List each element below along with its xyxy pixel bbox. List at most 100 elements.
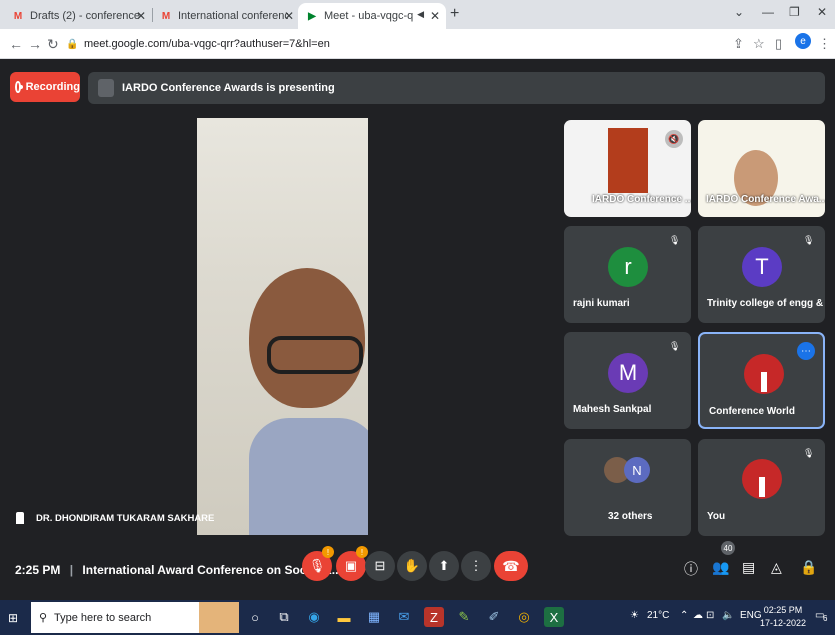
- tray-chevron-icon[interactable]: ⌃: [680, 610, 688, 621]
- recording-indicator[interactable]: Recording: [10, 72, 80, 102]
- mic-off-icon: 🎙: [669, 235, 681, 245]
- reload-button[interactable]: ↻: [47, 36, 59, 53]
- sidepanel-icon[interactable]: ▯: [775, 36, 782, 52]
- audio-icon[interactable]: ◀: [417, 9, 424, 20]
- tile-mahesh-sankpal[interactable]: M 🎙 Mahesh Sankpal: [564, 332, 691, 429]
- phone-hangup-icon: ☎: [502, 557, 520, 574]
- tab-drafts[interactable]: M Drafts (2) - conferencepaper626! ✕: [4, 3, 152, 29]
- tile-rajni-kumari[interactable]: r 🎙 rajni kumari: [564, 226, 691, 323]
- captions-button[interactable]: ⊟: [365, 551, 395, 581]
- tile-name: Trinity college of engg & ...: [707, 298, 825, 309]
- tile-conference-world[interactable]: ⋯ Conference World: [698, 332, 825, 429]
- tile-name: Conference World: [709, 406, 795, 417]
- tile-name: IARDO Conference ...: [592, 194, 691, 205]
- store-icon[interactable]: ▦: [364, 607, 384, 627]
- onedrive-icon[interactable]: ☁: [693, 610, 703, 621]
- tab-label: Drafts (2) - conferencepaper626!: [30, 10, 140, 22]
- speaker-glasses: [267, 336, 363, 374]
- meet-icon: ▶: [308, 10, 316, 22]
- search-placeholder: Type here to search: [54, 611, 152, 624]
- search-icon: ⚲: [39, 612, 48, 624]
- tile-name: IARDO Conference Awa...: [706, 194, 825, 205]
- presenting-text: IARDO Conference Awards is presenting: [122, 82, 335, 94]
- lock-icon: 🔒: [66, 39, 79, 50]
- chrome-icon[interactable]: ◎: [514, 607, 534, 627]
- camera-toggle-button[interactable]: ▣ !: [336, 546, 368, 581]
- file-explorer-icon[interactable]: ▬: [334, 607, 354, 627]
- task-view-icon[interactable]: ⧉: [274, 607, 294, 627]
- divider: |: [69, 563, 74, 577]
- maximize-button[interactable]: ❐: [789, 5, 800, 19]
- tile-you[interactable]: 🎙 You: [698, 439, 825, 536]
- url-field[interactable]: 🔒 meet.google.com/uba-vqgc-qrr?authuser=…: [66, 33, 726, 55]
- speaker-name-label: DR. DHONDIRAM TUKARAM SAKHARE: [36, 512, 215, 524]
- camera-off-icon: ▣: [344, 558, 358, 573]
- avatar[interactable]: e: [795, 33, 811, 49]
- tile-trinity-college[interactable]: T 🎙 Trinity college of engg & ...: [698, 226, 825, 323]
- notepad-icon[interactable]: ✐: [484, 607, 504, 627]
- windows-start-icon[interactable]: ⊞: [8, 611, 20, 625]
- speaker-body: [249, 418, 368, 535]
- tab-international-mail[interactable]: M International conference Mail ✕: [152, 3, 300, 29]
- address-bar: ← → ↻ 🔒 meet.google.com/uba-vqgc-qrr?aut…: [0, 29, 835, 59]
- clock-date: 17-12-2022: [760, 618, 807, 628]
- host-controls-icon[interactable]: 🔒: [800, 559, 817, 576]
- search-highlight-image: [199, 602, 239, 633]
- cortana-icon[interactable]: ○: [245, 607, 265, 627]
- star-icon[interactable]: ☆: [753, 36, 765, 52]
- menu-icon[interactable]: ⋮: [818, 36, 831, 52]
- people-icon[interactable]: 👥: [712, 559, 729, 576]
- tab-meet[interactable]: ▶ Meet - uba-vqgc-qrr ◀ ✕: [298, 3, 446, 29]
- mail-icon[interactable]: ✉: [394, 607, 414, 627]
- network-icon[interactable]: ⊡: [706, 610, 714, 621]
- close-icon[interactable]: ✕: [136, 9, 146, 23]
- new-tab-button[interactable]: +: [450, 5, 459, 23]
- mic-toggle-button[interactable]: 🎙 !: [302, 546, 334, 581]
- present-button[interactable]: ⬆: [429, 551, 459, 581]
- pin-icon[interactable]: [16, 512, 24, 524]
- weather-icon[interactable]: ☀: [630, 610, 639, 621]
- browser-tab-bar: M Drafts (2) - conferencepaper626! ✕ M I…: [0, 0, 835, 29]
- mic-off-icon: 🎙: [803, 448, 815, 458]
- forward-button[interactable]: →: [28, 36, 42, 52]
- tile-iardo-camera[interactable]: IARDO Conference Awa...: [698, 120, 825, 217]
- leave-call-button[interactable]: ☎: [494, 551, 528, 581]
- presenter-icon: [98, 79, 114, 97]
- windows-taskbar: ⊞ ⚲ Type here to search ○ ⧉ ◉ ▬ ▦ ✉ Z ✎ …: [0, 600, 835, 635]
- avatar: r: [608, 247, 648, 287]
- window-close-button[interactable]: ✕: [817, 5, 827, 19]
- edge-icon[interactable]: ◉: [304, 607, 324, 627]
- record-icon: [15, 81, 23, 93]
- more-vert-icon: ⋮: [469, 558, 483, 573]
- chat-icon[interactable]: ▤: [742, 559, 755, 576]
- tree-logo-icon: [744, 354, 784, 394]
- tile-others[interactable]: N 32 others: [564, 439, 691, 536]
- language-indicator[interactable]: ENG: [740, 610, 762, 621]
- more-options-button[interactable]: ⋮: [461, 551, 491, 581]
- activities-icon[interactable]: ◬: [771, 559, 782, 576]
- notification-count: 6: [823, 614, 828, 623]
- close-icon[interactable]: ✕: [430, 9, 440, 23]
- mic-off-icon: 🎙: [308, 558, 326, 573]
- meet-stage: Recording IARDO Conference Awards is pre…: [0, 59, 835, 600]
- present-icon: ⬆: [438, 558, 450, 573]
- excel-icon[interactable]: X: [544, 607, 564, 627]
- system-clock[interactable]: 02:25 PM 17-12-2022: [760, 604, 806, 630]
- chevron-down-icon[interactable]: ⌄: [734, 5, 744, 19]
- mic-off-icon: 🎙: [803, 235, 815, 245]
- tile-name: rajni kumari: [573, 298, 630, 309]
- tile-presentation[interactable]: 🔇 IARDO Conference ...: [564, 120, 691, 217]
- share-icon[interactable]: ⇪: [733, 36, 744, 52]
- minimize-button[interactable]: —: [762, 5, 774, 19]
- app-icon[interactable]: ✎: [454, 607, 474, 627]
- taskbar-search[interactable]: ⚲ Type here to search: [31, 602, 239, 633]
- info-icon[interactable]: ⓘ: [684, 559, 698, 579]
- raise-hand-button[interactable]: ✋: [397, 551, 427, 581]
- filezilla-icon[interactable]: Z: [424, 607, 444, 627]
- presentation-thumbnail: [608, 128, 648, 193]
- back-button[interactable]: ←: [9, 36, 23, 52]
- tile-name: You: [707, 511, 726, 522]
- more-options-icon[interactable]: ⋯: [797, 342, 815, 360]
- close-icon[interactable]: ✕: [284, 9, 294, 23]
- volume-icon[interactable]: 🔈: [722, 610, 734, 621]
